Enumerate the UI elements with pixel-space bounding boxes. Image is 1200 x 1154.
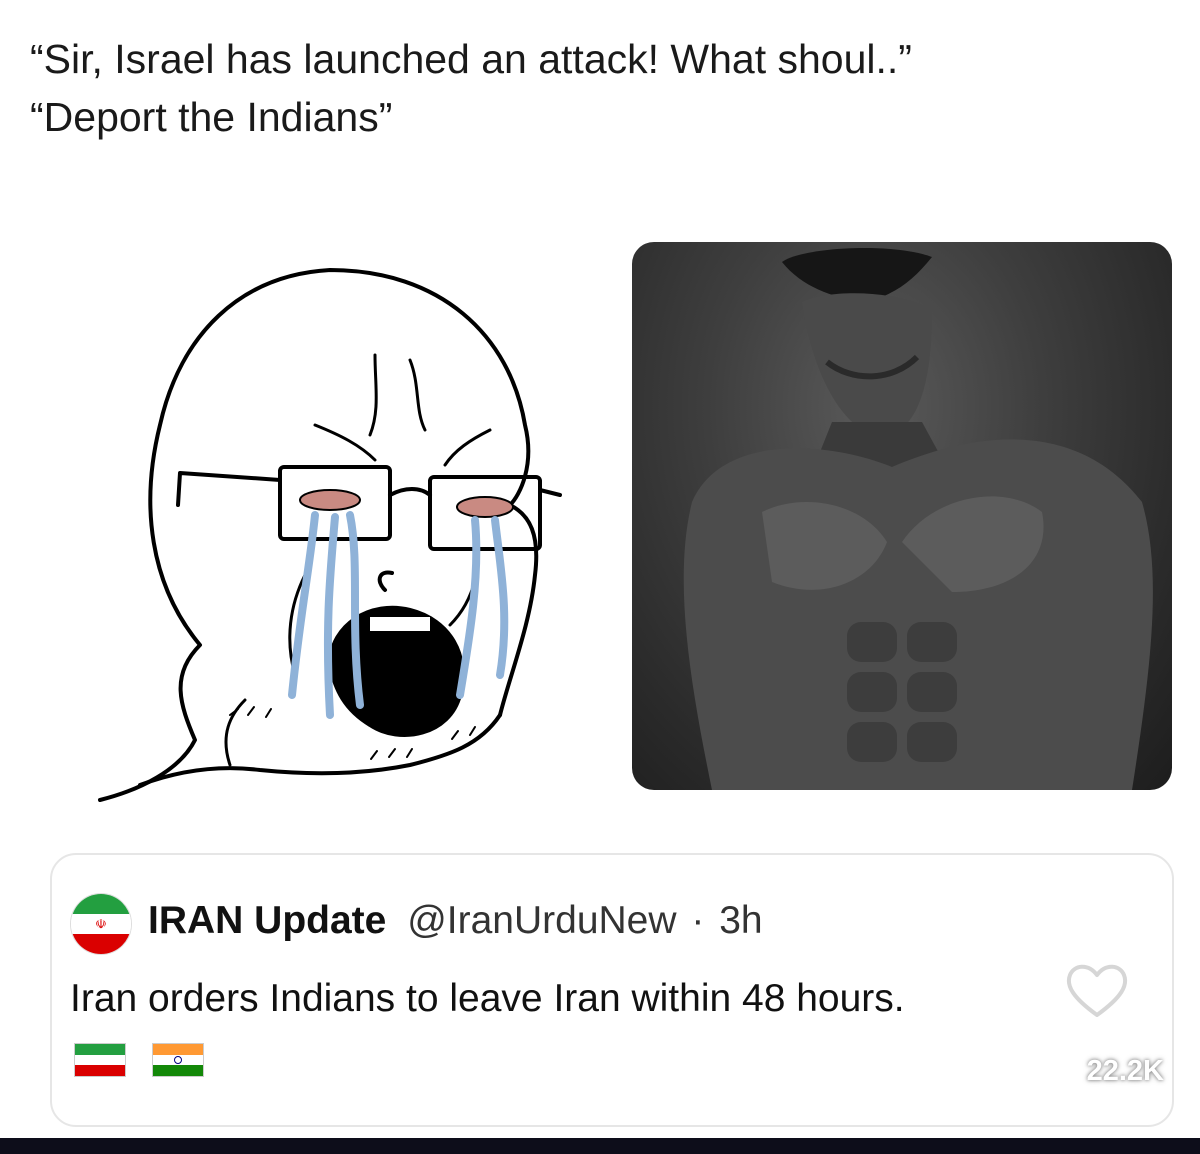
heart-icon[interactable] bbox=[1062, 955, 1132, 1025]
meme-caption: “Sir, Israel has launched an attack! Wha… bbox=[30, 30, 1170, 146]
crying-wojak-image bbox=[98, 268, 562, 802]
tweet-handle[interactable]: @IranUrduNew bbox=[407, 899, 676, 942]
muscular-figure bbox=[683, 247, 1153, 790]
bottom-border bbox=[0, 1138, 1200, 1154]
tweet-display-name[interactable]: IRAN Update bbox=[148, 899, 386, 942]
caption-line-1: “Sir, Israel has launched an attack! Wha… bbox=[30, 36, 912, 82]
like-count: 22.2K bbox=[1086, 1055, 1164, 1087]
iran-flag-icon[interactable]: ☫ bbox=[70, 893, 132, 955]
tweet-header: IRAN Update @IranUrduNew · 3h bbox=[148, 899, 763, 943]
chad-image bbox=[632, 242, 1172, 790]
india-flag-icon bbox=[152, 1043, 204, 1077]
tweet-flag-emojis bbox=[74, 1043, 204, 1077]
tweet-time[interactable]: 3h bbox=[719, 899, 762, 942]
caption-line-2: “Deport the Indians” bbox=[30, 94, 393, 140]
tweet-separator: · bbox=[691, 899, 705, 942]
iran-flag-icon bbox=[74, 1043, 126, 1077]
tweet-text: Iran orders Indians to leave Iran within… bbox=[70, 977, 905, 1020]
tweet-card[interactable]: ☫ IRAN Update @IranUrduNew · 3h Iran ord… bbox=[50, 853, 1174, 1127]
